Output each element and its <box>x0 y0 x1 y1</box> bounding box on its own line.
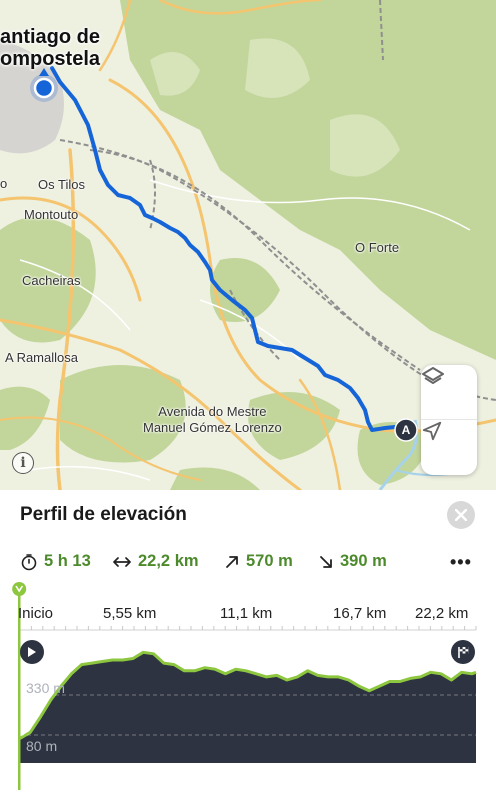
stat-ascent-value: 570 m <box>246 552 293 570</box>
layers-button[interactable] <box>421 365 477 420</box>
play-icon <box>28 647 36 657</box>
axis-tick-label: 11,1 km <box>220 605 273 622</box>
axis-tick-label: 22,2 km <box>415 605 469 622</box>
stat-distance: 22,2 km <box>112 552 199 571</box>
place-montouto: Montouto <box>24 207 79 222</box>
elevation-label-low: 80 m <box>26 738 58 754</box>
place-a-ramallosa: A Ramallosa <box>5 350 78 365</box>
map-view[interactable]: antiago de ompostela Os Tilos Montouto C… <box>0 0 496 490</box>
stat-duration: 5 h 13 <box>20 552 91 571</box>
stat-descent-value: 390 m <box>340 552 387 570</box>
arrow-down-right-icon <box>320 555 332 568</box>
distance-arrows-icon <box>113 556 131 567</box>
place-cacheiras: Cacheiras <box>22 273 81 288</box>
axis-tick-label: 5,55 km <box>103 605 157 622</box>
info-icon[interactable]: i <box>12 452 34 474</box>
city-label: antiago de ompostela <box>0 26 101 70</box>
axis-tick-label: Inicio <box>18 605 54 622</box>
profile-area <box>19 650 477 763</box>
more-options-button[interactable]: ••• <box>450 552 472 573</box>
position-cursor-handle[interactable] <box>12 582 27 596</box>
profile-area-fill <box>20 652 476 763</box>
elevation-label-high: 330 m <box>26 680 65 696</box>
place-avenida: Avenida do Mestre Manuel Gómez Lorenzo <box>143 404 282 435</box>
place-os-tilos: Os Tilos <box>38 177 85 192</box>
start-marker <box>20 640 44 664</box>
map-controls <box>421 365 477 475</box>
stat-ascent: 570 m <box>224 552 293 571</box>
locate-arrow-icon <box>422 421 442 441</box>
stat-duration-value: 5 h 13 <box>44 552 91 570</box>
locate-button[interactable] <box>421 420 477 474</box>
layers-icon <box>422 367 444 384</box>
place-o-forte: O Forte <box>355 240 400 255</box>
panel-title: Perfil de elevación <box>20 504 187 525</box>
close-icon <box>455 509 467 521</box>
finish-marker <box>451 640 475 664</box>
stat-descent: 390 m <box>318 552 387 571</box>
axis-tick-label: 16,7 km <box>333 605 387 622</box>
finish-flag-icon <box>458 647 469 658</box>
stat-distance-value: 22,2 km <box>138 552 199 570</box>
close-button[interactable] <box>447 501 475 529</box>
axis-tick-marks <box>19 626 477 630</box>
timer-icon <box>21 553 37 570</box>
place-edge-o: o <box>0 176 8 191</box>
route-end-marker-label: A <box>401 423 411 437</box>
arrow-up-right-icon <box>226 555 238 568</box>
elevation-panel: Perfil de elevación 5 h 13 22,2 km 570 m… <box>0 490 496 800</box>
